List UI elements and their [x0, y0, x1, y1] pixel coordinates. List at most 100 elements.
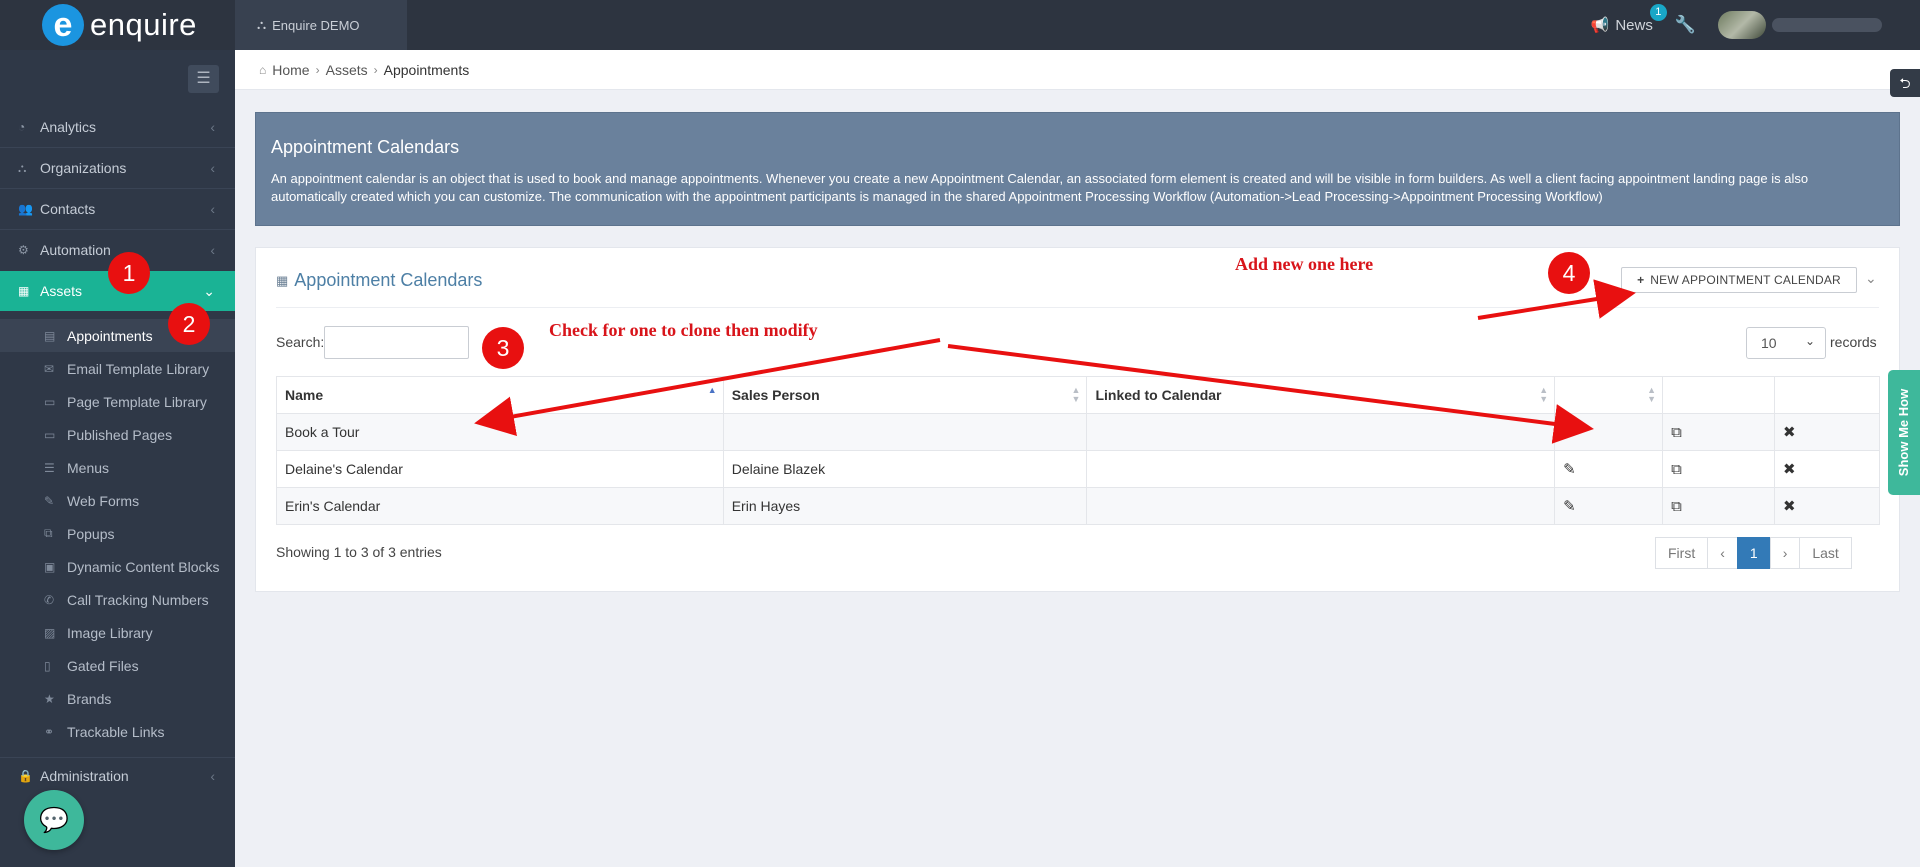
- clone-icon[interactable]: ⧉: [1662, 487, 1776, 525]
- gears-icon: ⚙: [18, 243, 29, 257]
- account-switcher[interactable]: ⛬ Enquire DEMO: [235, 0, 407, 50]
- user-name-redacted[interactable]: [1772, 18, 1882, 32]
- table-row: Book a Tour ✎ ⧉ ✖: [276, 413, 1880, 451]
- chevron-down-icon: ⌄: [1804, 334, 1815, 348]
- link-icon: ⚭: [44, 724, 55, 739]
- top-right-tools: 📢 News 1 🔧: [1591, 0, 1920, 50]
- sidebar-subitem-brands[interactable]: ★ Brands: [0, 682, 235, 715]
- annotation-badge-3: 3: [482, 327, 524, 369]
- sidebar-item-administration[interactable]: 🔒 Administration ‹: [0, 756, 235, 796]
- sidebar-item-label: Contacts: [40, 201, 96, 217]
- sitemap-icon: ⛬: [257, 17, 267, 32]
- cell-sales-person: Erin Hayes: [722, 487, 1088, 525]
- annotation-clone-note: Check for one to clone then modify: [549, 320, 818, 340]
- show-me-how-label: Show Me How: [1896, 388, 1912, 477]
- sidebar-subitem-call-tracking-numbers[interactable]: ✆ Call Tracking Numbers: [0, 583, 235, 616]
- sidebar-subitem-dynamic-content-blocks[interactable]: ▣ Dynamic Content Blocks: [0, 550, 235, 583]
- avatar[interactable]: [1718, 11, 1766, 39]
- phone-icon: ✆: [44, 592, 55, 607]
- table-header-row: Name ▲ Sales Person ▲ ▼ Linked to Calendar ▲…: [276, 376, 1880, 414]
- sort-asc-icon: ▲: [707, 385, 717, 395]
- sidebar-subitem-trackable-links[interactable]: ⚭ Trackable Links: [0, 715, 235, 748]
- clone-icon[interactable]: ⧉: [1662, 413, 1776, 451]
- hamburger-menu-icon[interactable]: ☰: [188, 65, 219, 93]
- sidebar-subitem-menus[interactable]: ☰ Menus: [0, 451, 235, 484]
- sidebar-item-analytics[interactable]: ◔ Analytics ‹: [0, 107, 235, 147]
- sidebar-subitem-email-template-library[interactable]: ✉ Email Template Library: [0, 352, 235, 385]
- pager-page-button[interactable]: 1: [1736, 537, 1771, 569]
- sidebar-subitem-web-forms[interactable]: ✎ Web Forms: [0, 484, 235, 517]
- sidebar-subitem-label: Appointments: [67, 327, 153, 344]
- column-header-linked-to-calendar[interactable]: Linked to Calendar ▲ ▼: [1086, 376, 1556, 414]
- sidebar-subitem-page-template-library[interactable]: ▭ Page Template Library: [0, 385, 235, 418]
- close-icon[interactable]: ✖: [1774, 450, 1880, 488]
- cell-sales-person: [722, 413, 1088, 451]
- sort-icon: ▲ ▼: [1647, 385, 1657, 404]
- chevron-down-icon[interactable]: ⌄: [1865, 270, 1877, 287]
- pencil-icon[interactable]: ✎: [1554, 450, 1664, 488]
- column-header-label: Name: [285, 387, 324, 403]
- sort-icon: ▲ ▼: [1539, 385, 1549, 404]
- blocks-icon: ▣: [44, 559, 56, 574]
- sidebar-subitem-popups[interactable]: ⧉ Popups: [0, 517, 235, 550]
- page-length-value: 10: [1761, 335, 1777, 351]
- sidebar-item-contacts[interactable]: 👥 Contacts ‹: [0, 189, 235, 229]
- dashboard-icon: ◔: [18, 120, 26, 134]
- show-me-how-tab[interactable]: Show Me How: [1888, 370, 1920, 495]
- sidebar-item-organizations[interactable]: ⛬ Organizations ‹: [0, 148, 235, 188]
- new-button-label: NEW APPOINTMENT CALENDAR: [1650, 273, 1841, 287]
- chat-bubble-icon[interactable]: 💬: [24, 790, 84, 850]
- news-count-badge: 1: [1649, 4, 1667, 21]
- sitemap-icon: ⛬: [18, 160, 27, 175]
- sidebar-subitem-gated-files[interactable]: ▯ Gated Files: [0, 649, 235, 682]
- chevron-left-icon: ‹: [210, 160, 215, 176]
- news-button[interactable]: 📢 News 1: [1590, 4, 1667, 34]
- wrench-icon[interactable]: 🔧: [1675, 15, 1696, 35]
- sidebar-subitem-label: Published Pages: [67, 426, 173, 443]
- pager-prev-button[interactable]: ‹: [1707, 537, 1738, 569]
- chevron-left-icon: ‹: [210, 201, 215, 217]
- column-header-name[interactable]: Name ▲: [276, 376, 724, 414]
- pager-next-button[interactable]: ›: [1769, 537, 1801, 569]
- sidebar-subitem-published-pages[interactable]: ▭ Published Pages: [0, 418, 235, 451]
- pencil-icon[interactable]: ✎: [1554, 413, 1664, 451]
- column-header-sales-person[interactable]: Sales Person ▲ ▼: [722, 376, 1088, 414]
- sidebar-subitem-label: Email Template Library: [67, 360, 210, 377]
- clone-icon[interactable]: ⧉: [1662, 450, 1776, 488]
- column-header-delete: [1774, 376, 1880, 414]
- card-title-text: Appointment Calendars: [294, 270, 483, 290]
- pager-last-button[interactable]: Last: [1799, 537, 1852, 569]
- lock-icon: 🔒: [18, 769, 33, 783]
- chevron-left-icon: ‹: [210, 768, 215, 784]
- cell-linked: [1086, 413, 1556, 451]
- pencil-icon[interactable]: ✎: [1554, 487, 1664, 525]
- app-logo[interactable]: e enquire: [0, 0, 235, 50]
- sort-icon: ▲ ▼: [1071, 385, 1081, 404]
- breadcrumb-assets[interactable]: Assets: [326, 62, 368, 78]
- sidebar-subitem-label: Image Library: [67, 624, 153, 641]
- sidebar-subitem-image-library[interactable]: ▨ Image Library: [0, 616, 235, 649]
- window-icon: ▭: [44, 394, 56, 409]
- sidebar-subitem-label: Page Template Library: [67, 393, 207, 410]
- page-length-select[interactable]: 10 ⌄: [1746, 327, 1826, 359]
- search-input[interactable]: [324, 326, 469, 359]
- exit-circle-icon[interactable]: ⮌: [1890, 69, 1920, 97]
- pager-first-button[interactable]: First: [1655, 537, 1709, 569]
- calendar-icon: ▤: [44, 328, 56, 343]
- breadcrumb-home[interactable]: Home: [272, 62, 309, 78]
- chevron-right-icon: ›: [373, 62, 378, 77]
- column-header-edit[interactable]: ▲ ▼: [1554, 376, 1664, 414]
- account-name: Enquire DEMO: [272, 17, 360, 33]
- image-icon: ▨: [44, 625, 56, 640]
- annotation-badge-2: 2: [168, 303, 210, 345]
- close-icon[interactable]: ✖: [1774, 413, 1880, 451]
- sidebar-subitem-label: Dynamic Content Blocks: [67, 558, 220, 575]
- column-header-clone: [1662, 376, 1776, 414]
- sidebar-item-label: Automation: [40, 242, 111, 258]
- megaphone-icon: 📢: [1590, 17, 1610, 34]
- popup-icon: ⧉: [44, 526, 53, 540]
- table-row: Delaine's Calendar Delaine Blazek ✎ ⧉ ✖: [276, 450, 1880, 488]
- new-appointment-calendar-button[interactable]: + NEW APPOINTMENT CALENDAR: [1621, 267, 1857, 293]
- close-icon[interactable]: ✖: [1774, 487, 1880, 525]
- table-info: Showing 1 to 3 of 3 entries: [276, 544, 442, 560]
